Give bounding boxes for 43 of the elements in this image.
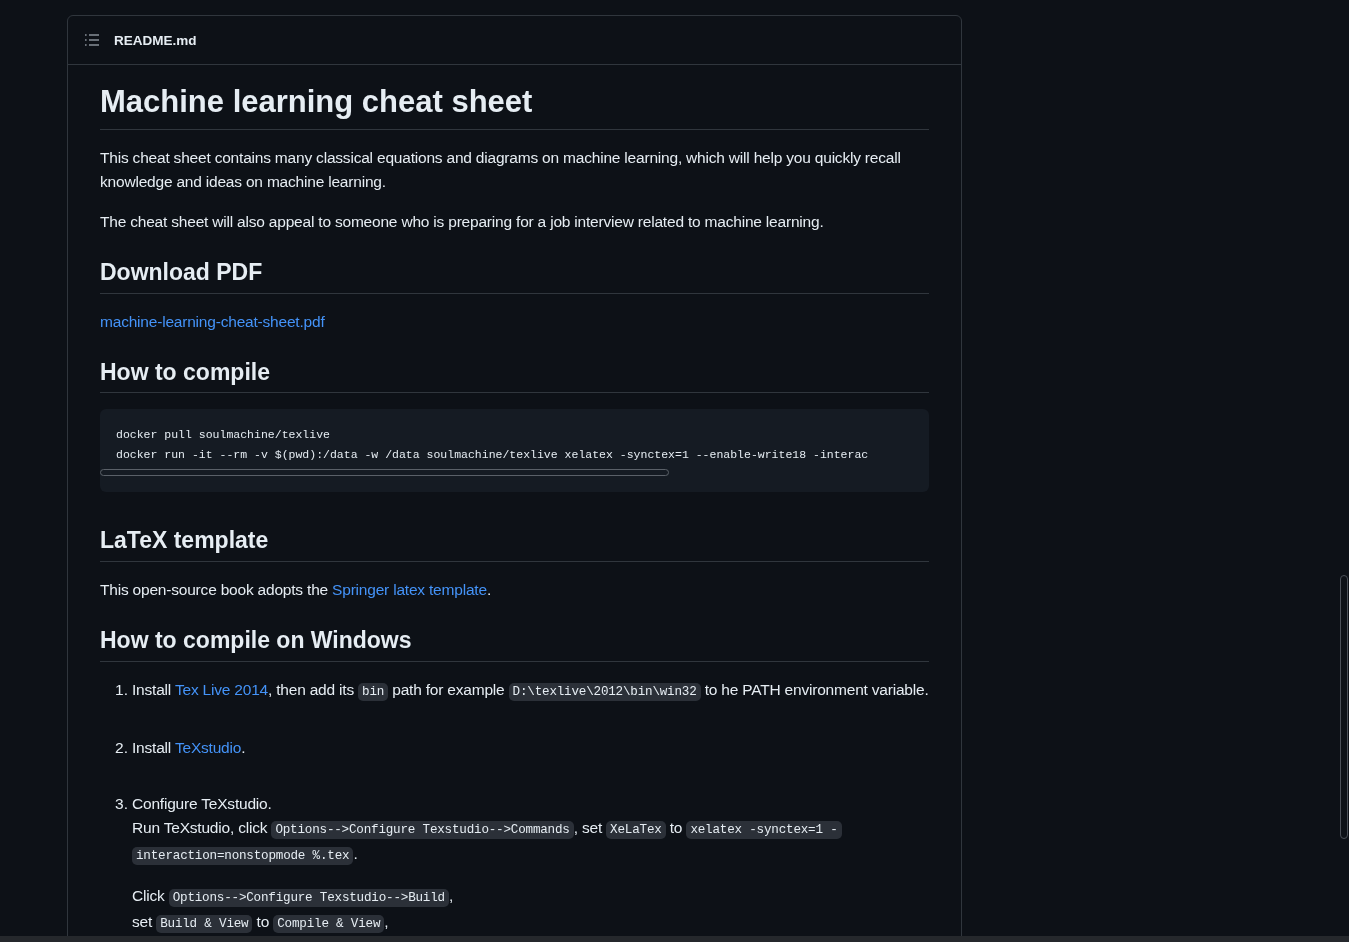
heading: Machine learning cheat sheet — [100, 83, 929, 130]
text: . — [353, 844, 358, 862]
text: , — [448, 886, 454, 904]
text: Click — [132, 886, 166, 904]
heading: LaTeX template — [100, 526, 929, 562]
text: , — [384, 912, 389, 930]
inline-code: Build & View — [156, 914, 253, 933]
text: set — [132, 912, 154, 930]
paragraph: The cheat sheet will also appeal to someone who is preparing for a job interview related to machine learning. — [100, 211, 825, 232]
list-icon[interactable] — [84, 32, 100, 48]
text: path for example — [391, 680, 506, 698]
text: Install — [132, 680, 173, 698]
inline-code: XeLaTex — [606, 820, 666, 839]
inline-code: bin — [358, 682, 389, 701]
text: Run TeXstudio, click — [132, 818, 269, 836]
text: Install — [132, 738, 173, 756]
heading: Download PDF — [100, 257, 929, 294]
text: , set — [573, 818, 603, 836]
heading: How to compile on Windows — [100, 626, 929, 662]
inline-code: Options-->Configure Texstudio-->Commands — [271, 820, 574, 839]
text: This open-source book adopts the — [100, 581, 329, 598]
link[interactable]: Springer latex template — [332, 581, 487, 598]
link[interactable]: Tex Live 2014 — [174, 680, 268, 698]
horizontal-scrollbar[interactable] — [0, 936, 1349, 942]
paragraph: This cheat sheet contains many classical equations and diagrams on machine learning, which will help you quickly recall knowledge and ideas on machine learning. — [100, 147, 902, 192]
code-line: docker pull soulmachine/texlive — [116, 427, 331, 444]
text: to — [668, 818, 684, 836]
inline-code: Options-->Configure Texstudio-->Build — [168, 888, 449, 907]
inline-code: Compile & View — [273, 914, 385, 933]
text: to he PATH environment variable. — [703, 680, 929, 698]
text: to — [255, 912, 271, 930]
code-line: docker run -it --rm -v $(pwd):/data -w /data soulmachine/texlive xelatex -synctex=1 --enable-write18 -interac — [116, 447, 870, 464]
file-title: README.md — [114, 32, 197, 48]
list-number: 1. — [114, 679, 128, 700]
text: . — [241, 738, 246, 756]
text: Configure TeXstudio. — [132, 794, 272, 812]
text: , then add its — [268, 680, 355, 698]
list-number: 2. — [114, 737, 128, 758]
link[interactable]: machine-learning-cheat-sheet.pdf — [100, 312, 325, 330]
heading: How to compile — [100, 357, 929, 394]
inline-code: D:\texlive\2012\bin\win32 — [508, 682, 701, 701]
text: . — [486, 581, 491, 598]
list-number: 3. — [114, 793, 128, 814]
